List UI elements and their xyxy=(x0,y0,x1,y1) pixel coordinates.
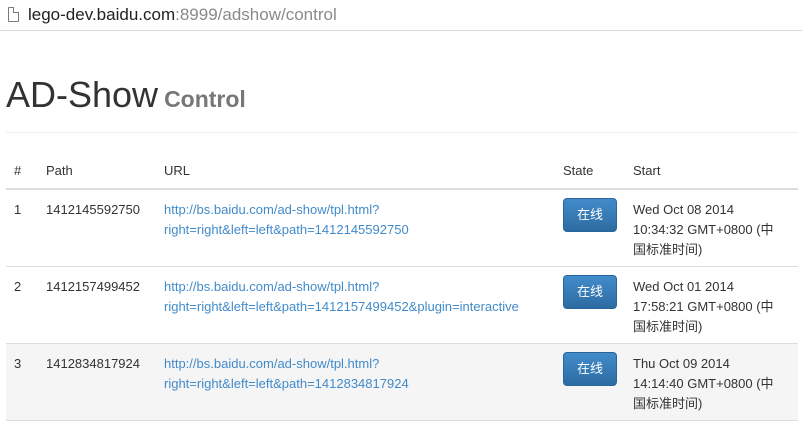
header-path: Path xyxy=(46,163,73,178)
row-state: 在线 xyxy=(563,198,617,232)
url-path: :8999/adshow/control xyxy=(175,5,337,24)
header-divider xyxy=(6,132,798,133)
row-start-line1: Wed Oct 01 2014 xyxy=(633,279,734,294)
table-header: # Path URL State Start xyxy=(6,151,798,190)
row-start-line1: Thu Oct 09 2014 xyxy=(633,356,730,371)
header-url: URL xyxy=(164,163,191,178)
row-start-line3: 国标准时间) xyxy=(633,242,703,257)
row-start-line1: Wed Oct 08 2014 xyxy=(633,202,734,217)
row-start-line2: 10:34:32 GMT+0800 (中 xyxy=(633,222,774,237)
state-button[interactable]: 在线 xyxy=(563,352,617,386)
row-start-line2: 17:58:21 GMT+0800 (中 xyxy=(633,299,774,314)
header-state: State xyxy=(563,163,594,178)
page-subtitle: Control xyxy=(164,86,246,112)
page-title-main: AD-Show xyxy=(6,74,159,115)
row-state: 在线 xyxy=(563,275,617,309)
row-num: 3 xyxy=(14,356,22,371)
row-url-line1: http://bs.baidu.com/ad-show/tpl.html? xyxy=(164,356,380,371)
header-start: Start xyxy=(633,163,661,178)
url-host: lego-dev.baidu.com xyxy=(28,5,176,24)
page-title: AD-Show Control xyxy=(6,74,246,116)
row-url-link[interactable]: http://bs.baidu.com/ad-show/tpl.html? ri… xyxy=(164,277,559,317)
row-state: 在线 xyxy=(563,352,617,386)
header-num: # xyxy=(14,163,22,178)
row-path: 1412834817924 xyxy=(46,356,140,371)
address-url[interactable]: lego-dev.baidu.com:8999/adshow/control xyxy=(28,5,337,25)
table-row: 3 1412834817924 http://bs.baidu.com/ad-s… xyxy=(6,344,798,421)
row-path: 1412145592750 xyxy=(46,202,140,217)
row-path: 1412157499452 xyxy=(46,279,140,294)
row-start-line3: 国标准时间) xyxy=(633,319,703,334)
row-url-link[interactable]: http://bs.baidu.com/ad-show/tpl.html? ri… xyxy=(164,354,559,394)
row-start: Wed Oct 08 2014 10:34:32 GMT+0800 (中 国标准… xyxy=(633,200,798,260)
row-start: Thu Oct 09 2014 14:14:40 GMT+0800 (中 国标准… xyxy=(633,354,798,414)
state-button[interactable]: 在线 xyxy=(563,275,617,309)
row-url-line2: right=right&left=left&path=1412145592750 xyxy=(164,222,409,237)
browser-address-bar[interactable]: lego-dev.baidu.com:8999/adshow/control xyxy=(0,0,802,31)
row-url-line2: right=right&left=left&path=1412157499452… xyxy=(164,299,519,314)
row-url-line1: http://bs.baidu.com/ad-show/tpl.html? xyxy=(164,279,380,294)
row-url-line1: http://bs.baidu.com/ad-show/tpl.html? xyxy=(164,202,380,217)
table-row: 2 1412157499452 http://bs.baidu.com/ad-s… xyxy=(6,267,798,344)
page-icon xyxy=(8,7,19,22)
row-num: 1 xyxy=(14,202,22,217)
row-url-line2: right=right&left=left&path=1412834817924 xyxy=(164,376,409,391)
row-start: Wed Oct 01 2014 17:58:21 GMT+0800 (中 国标准… xyxy=(633,277,798,337)
table-row: 1 1412145592750 http://bs.baidu.com/ad-s… xyxy=(6,190,798,267)
state-button[interactable]: 在线 xyxy=(563,198,617,232)
row-start-line3: 国标准时间) xyxy=(633,396,703,411)
row-num: 2 xyxy=(14,279,22,294)
ad-table: # Path URL State Start 1 1412145592750 h… xyxy=(6,151,798,421)
row-url-link[interactable]: http://bs.baidu.com/ad-show/tpl.html? ri… xyxy=(164,200,559,240)
row-start-line2: 14:14:40 GMT+0800 (中 xyxy=(633,376,774,391)
